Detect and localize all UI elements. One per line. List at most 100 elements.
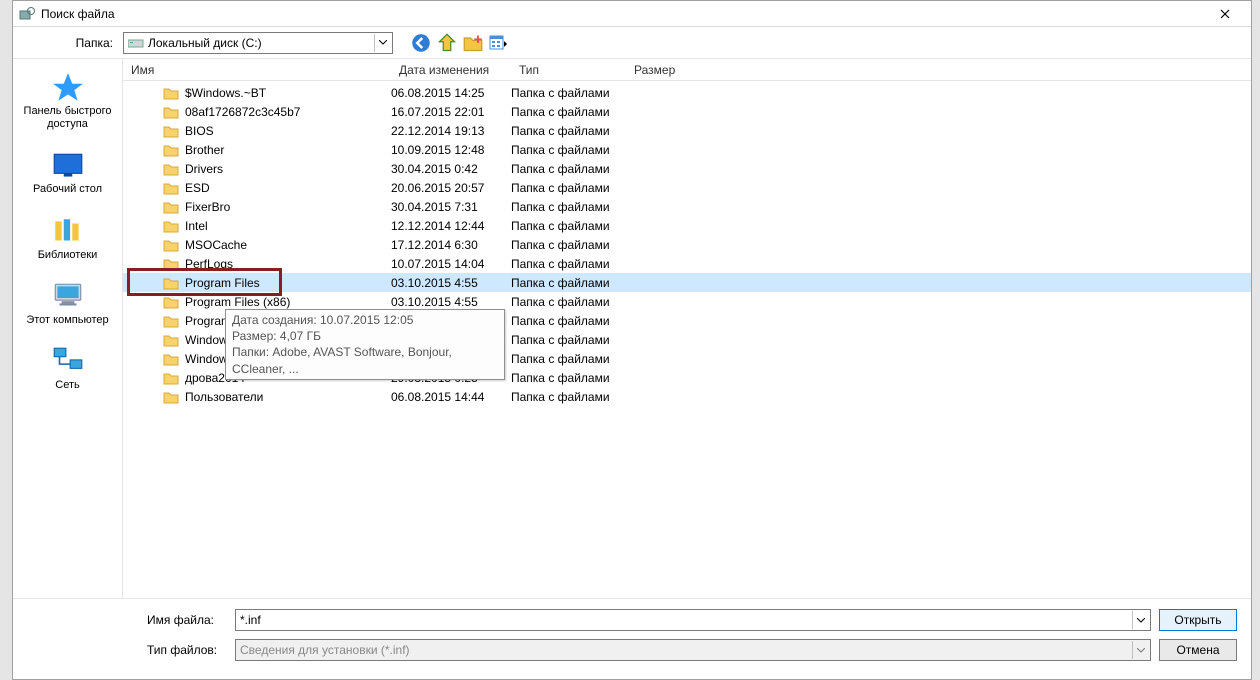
- file-date: 22.12.2014 19:13: [391, 124, 511, 138]
- file-date: 17.12.2014 6:30: [391, 238, 511, 252]
- table-row[interactable]: FixerBro30.04.2015 7:31Папка с файлами: [123, 197, 1251, 216]
- file-date: 16.07.2015 22:01: [391, 105, 511, 119]
- table-row[interactable]: Drivers30.04.2015 0:42Папка с файлами: [123, 159, 1251, 178]
- table-row[interactable]: MSOCache17.12.2014 6:30Папка с файлами: [123, 235, 1251, 254]
- table-row[interactable]: BIOS22.12.2014 19:13Папка с файлами: [123, 121, 1251, 140]
- folder-icon: [163, 333, 179, 347]
- toolbar-buttons: [411, 33, 509, 53]
- file-type: Папка с файлами: [511, 124, 626, 138]
- cancel-button[interactable]: Отмена: [1159, 639, 1237, 661]
- file-name: Program Files (x86): [185, 295, 391, 309]
- places-sidebar: Панель быстрого доступа Рабочий стол Биб…: [13, 59, 123, 598]
- table-row[interactable]: Пользователи06.08.2015 14:44Папка с файл…: [123, 387, 1251, 406]
- folder-dropdown-text: Локальный диск (C:): [148, 36, 262, 50]
- drive-icon: [128, 37, 144, 49]
- close-button[interactable]: [1205, 4, 1245, 24]
- file-type: Папка с файлами: [511, 314, 626, 328]
- open-button[interactable]: Открыть: [1159, 609, 1237, 631]
- filetype-dropdown[interactable]: Сведения для установки (*.inf): [235, 639, 1151, 661]
- file-name: 08af1726872c3c45b7: [185, 105, 391, 119]
- file-rows: $Windows.~BT06.08.2015 14:25Папка с файл…: [123, 81, 1251, 598]
- file-name: Program Files: [185, 276, 391, 290]
- col-name[interactable]: Имя: [131, 63, 399, 77]
- dialog-footer: Имя файла: *.inf Открыть Тип файлов: Све…: [13, 598, 1251, 679]
- filename-label: Имя файла:: [27, 613, 227, 627]
- libraries-icon: [51, 215, 85, 245]
- file-type: Папка с файлами: [511, 257, 626, 271]
- new-folder-button[interactable]: [463, 33, 483, 53]
- table-row[interactable]: $Windows.~BT06.08.2015 14:25Папка с файл…: [123, 83, 1251, 102]
- folder-icon: [163, 86, 179, 100]
- filetype-label: Тип файлов:: [27, 643, 227, 657]
- file-date: 30.04.2015 7:31: [391, 200, 511, 214]
- file-name: ESD: [185, 181, 391, 195]
- place-quickaccess[interactable]: Панель быстрого доступа: [18, 71, 118, 131]
- file-date: 12.12.2014 12:44: [391, 219, 511, 233]
- file-name: Пользователи: [185, 390, 391, 404]
- filename-input[interactable]: *.inf: [235, 609, 1151, 631]
- file-name: Brother: [185, 143, 391, 157]
- folder-icon: [163, 352, 179, 366]
- file-date: 10.09.2015 12:48: [391, 143, 511, 157]
- toolbar: Папка: Локальный диск (C:): [13, 27, 1251, 59]
- file-date: 20.06.2015 20:57: [391, 181, 511, 195]
- chevron-down-icon: [1132, 611, 1148, 629]
- table-row[interactable]: Brother10.09.2015 12:48Папка с файлами: [123, 140, 1251, 159]
- file-type: Папка с файлами: [511, 143, 626, 157]
- quickaccess-icon: [51, 71, 85, 101]
- file-search-dialog: Поиск файла Папка: Локальный диск (C:): [12, 0, 1252, 680]
- table-row[interactable]: Intel12.12.2014 12:44Папка с файлами: [123, 216, 1251, 235]
- table-row[interactable]: PerfLogs10.07.2015 14:04Папка с файлами: [123, 254, 1251, 273]
- file-type: Папка с файлами: [511, 390, 626, 404]
- folder-icon: [163, 143, 179, 157]
- computer-icon: [51, 280, 85, 310]
- file-name: Intel: [185, 219, 391, 233]
- file-type: Папка с файлами: [511, 86, 626, 100]
- folder-icon: [163, 371, 179, 385]
- app-icon: [19, 6, 35, 22]
- table-row[interactable]: Program Files03.10.2015 4:55Папка с файл…: [123, 273, 1251, 292]
- file-type: Папка с файлами: [511, 162, 626, 176]
- place-network[interactable]: Сеть: [18, 345, 118, 392]
- window-title: Поиск файла: [41, 7, 1205, 21]
- up-button[interactable]: [437, 33, 457, 53]
- chevron-down-icon: [374, 34, 390, 52]
- table-row[interactable]: 08af1726872c3c45b716.07.2015 22:01Папка …: [123, 102, 1251, 121]
- file-type: Папка с файлами: [511, 276, 626, 290]
- file-date: 03.10.2015 4:55: [391, 276, 511, 290]
- file-type: Папка с файлами: [511, 238, 626, 252]
- place-libraries[interactable]: Библиотеки: [18, 215, 118, 262]
- folder-icon: [163, 295, 179, 309]
- folder-icon: [163, 238, 179, 252]
- file-date: 06.08.2015 14:44: [391, 390, 511, 404]
- folder-icon: [163, 314, 179, 328]
- table-row[interactable]: ESD20.06.2015 20:57Папка с файлами: [123, 178, 1251, 197]
- col-type[interactable]: Тип: [519, 63, 634, 77]
- col-size[interactable]: Размер: [634, 63, 714, 77]
- place-thispc[interactable]: Этот компьютер: [18, 280, 118, 327]
- desktop-icon: [51, 149, 85, 179]
- file-type: Папка с файлами: [511, 219, 626, 233]
- network-icon: [51, 345, 85, 375]
- file-type: Папка с файлами: [511, 181, 626, 195]
- file-name: PerfLogs: [185, 257, 391, 271]
- col-date[interactable]: Дата изменения: [399, 63, 519, 77]
- file-type: Папка с файлами: [511, 200, 626, 214]
- folder-icon: [163, 219, 179, 233]
- dialog-body: Панель быстрого доступа Рабочий стол Биб…: [13, 59, 1251, 598]
- file-name: BIOS: [185, 124, 391, 138]
- chevron-down-icon: [1132, 641, 1148, 659]
- view-menu-button[interactable]: [489, 33, 509, 53]
- file-name: MSOCache: [185, 238, 391, 252]
- file-name: FixerBro: [185, 200, 391, 214]
- place-desktop[interactable]: Рабочий стол: [18, 149, 118, 196]
- file-type: Папка с файлами: [511, 295, 626, 309]
- folder-dropdown[interactable]: Локальный диск (C:): [123, 32, 393, 54]
- titlebar: Поиск файла: [13, 1, 1251, 27]
- folder-icon: [163, 257, 179, 271]
- back-button[interactable]: [411, 33, 431, 53]
- folder-icon: [163, 390, 179, 404]
- folder-icon: [163, 276, 179, 290]
- file-date: 10.07.2015 14:04: [391, 257, 511, 271]
- file-type: Папка с файлами: [511, 333, 626, 347]
